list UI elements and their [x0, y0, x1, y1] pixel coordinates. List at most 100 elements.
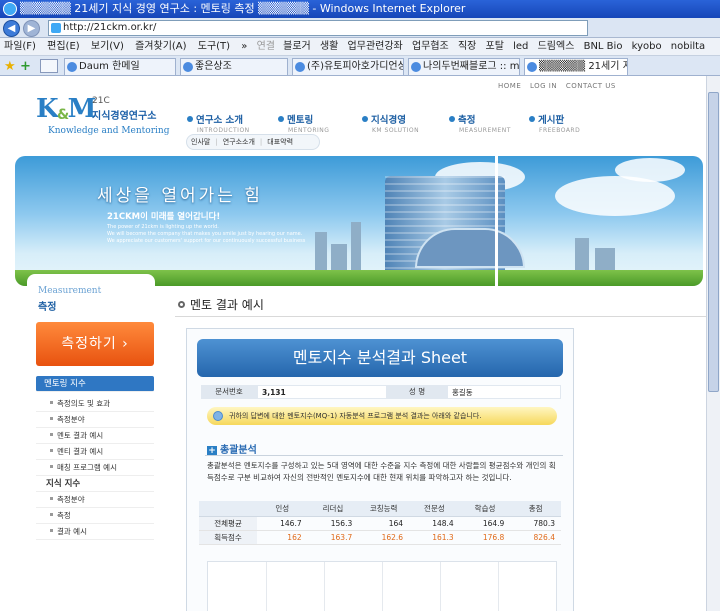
- table-cell: 156.3: [307, 516, 359, 531]
- fav-link[interactable]: 블로거: [280, 38, 314, 55]
- table-header: 전문성: [409, 501, 460, 517]
- nav-measurement[interactable]: 측정 MEASUREMENT: [449, 112, 511, 134]
- browser-tab[interactable]: 나의두번째블로그 :: m&c...: [408, 58, 520, 75]
- bullet-icon: [50, 529, 53, 532]
- sidebar-item-active[interactable]: 멘토 결과 예시: [36, 428, 154, 444]
- contact-link[interactable]: CONTACT US: [566, 82, 616, 90]
- nav-label: 게시판: [538, 115, 565, 126]
- nav-sub-label: MEASUREMENT: [459, 127, 511, 134]
- sidebar-item[interactable]: 측정: [36, 508, 154, 524]
- window-titlebar: ▒▒▒▒▒▒ 21세기 지식 경영 연구소 : 멘토링 측정 ▒▒▒▒▒▒ - …: [0, 0, 720, 18]
- nav-freeboard[interactable]: 게시판 FREEBOARD: [529, 112, 580, 134]
- bullet-icon: [50, 449, 53, 452]
- sub-nav: 인사말 | 연구소소개 | 대표약력: [186, 134, 320, 150]
- table-header: 총점: [510, 501, 561, 517]
- notice-bar: 귀하의 답변에 대한 멘토지수(MQ-1) 자동분석 프로그램 분석 결과는 아…: [207, 407, 557, 425]
- bullet-icon: [50, 433, 53, 436]
- table-header: 학습성: [459, 501, 511, 517]
- sidebar-item-mentoring-index[interactable]: 멘토링 지수: [36, 376, 154, 392]
- logo-name: 지식경영연구소: [92, 111, 157, 122]
- fav-link[interactable]: 생활: [317, 38, 341, 55]
- building-shape: [575, 238, 589, 272]
- hero-subtext-line: We appreciate our customers' support for…: [107, 238, 306, 244]
- fav-link[interactable]: kyobo: [629, 38, 665, 55]
- fav-link[interactable]: 포탈: [483, 38, 507, 55]
- sidebar-item[interactable]: 측정의도 및 효과: [36, 396, 154, 412]
- vertical-scrollbar[interactable]: [706, 76, 720, 611]
- browser-tab[interactable]: 좋은상조: [180, 58, 288, 75]
- menu-tools[interactable]: 도구(T): [194, 38, 234, 55]
- url-text: http://21ckm.or.kr/: [63, 22, 157, 33]
- fav-link[interactable]: 업무협조: [409, 38, 452, 55]
- sidebar: Measurement 측정 측정하기 › 멘토링 지수 측정의도 및 효과 측…: [27, 274, 155, 611]
- nav-km-solution[interactable]: 지식경영 KM SOLUTION: [362, 112, 419, 134]
- subnav-ceo[interactable]: 대표약력: [263, 135, 297, 149]
- hero-tagline: 21CKM이 미래를 열어갑니다!: [107, 212, 221, 222]
- menu-file[interactable]: 파일(F): [0, 38, 40, 55]
- fav-link[interactable]: 업무관련강좌: [345, 38, 406, 55]
- sidebar-item[interactable]: 결과 예시: [36, 524, 154, 540]
- forward-button[interactable]: ▶: [23, 20, 40, 37]
- table-cell: 148.4: [409, 516, 460, 531]
- subnav-greeting[interactable]: 인사말: [187, 135, 214, 149]
- nav-introduction[interactable]: 연구소 소개 INTRODUCTION: [187, 112, 250, 134]
- sidebar-title-en: Measurement: [38, 286, 102, 296]
- back-button[interactable]: ◀: [3, 20, 20, 37]
- score-table: 인성 리더십 코칭능력 전문성 학습성 총점 전체평균 146.7 156.3 …: [199, 501, 561, 545]
- nav-mentoring[interactable]: 멘토링 MENTORING: [278, 112, 329, 134]
- browser-tab[interactable]: (주)유토피아호가디언상...: [292, 58, 404, 75]
- url-input[interactable]: http://21ckm.or.kr/: [48, 20, 588, 36]
- nav-sub-label: INTRODUCTION: [197, 127, 250, 134]
- sidebar-item-label: 매칭 프로그램 예시: [57, 463, 117, 472]
- menu-favorites[interactable]: 즐겨찾기(A): [131, 38, 190, 55]
- scrollbar-thumb[interactable]: [708, 92, 719, 392]
- menu-view[interactable]: 보기(V): [87, 38, 128, 55]
- menu-edit[interactable]: 편집(E): [43, 38, 84, 55]
- tab-favicon-icon: [527, 62, 537, 72]
- tab-label: ▒▒▒▒▒▒ 21세기 지...: [539, 61, 627, 72]
- home-link[interactable]: HOME: [498, 82, 521, 90]
- nav-dot-icon: [278, 116, 284, 122]
- fav-link[interactable]: led: [510, 38, 531, 55]
- sidebar-item[interactable]: 멘티 결과 예시: [36, 444, 154, 460]
- sidebar-item-label: 멘토 결과 예시: [57, 431, 104, 440]
- sidebar-item[interactable]: 매칭 프로그램 예시: [36, 460, 154, 476]
- nav-sub-label: MENTORING: [288, 127, 330, 134]
- table-header: [199, 501, 257, 517]
- menu-more-chevron[interactable]: »: [237, 38, 251, 55]
- sheet-title: 멘토지수 분석결과 Sheet: [197, 339, 563, 377]
- chart-gridline: [440, 562, 441, 611]
- ie-icon: [3, 2, 17, 16]
- utility-links: HOME LOG IN CONTACT US: [498, 82, 622, 90]
- bullet-icon: [50, 417, 53, 420]
- fav-link[interactable]: 드림엑스: [535, 38, 578, 55]
- section-divider: [205, 455, 563, 456]
- browser-tab[interactable]: Daum 한메일: [64, 58, 176, 75]
- quick-tabs-icon[interactable]: [40, 59, 58, 73]
- bullet-icon: [50, 497, 53, 500]
- table-cell: 780.3: [510, 516, 561, 531]
- building-shape: [315, 232, 327, 272]
- fav-link[interactable]: 직장: [455, 38, 479, 55]
- sidebar-item[interactable]: 측정분야: [36, 492, 154, 508]
- browser-tab-active[interactable]: ▒▒▒▒▒▒ 21세기 지...: [524, 58, 628, 75]
- row-label: 획득점수: [199, 530, 257, 545]
- sidebar-item-knowledge-index[interactable]: 지식 지수: [36, 476, 154, 492]
- site-logo[interactable]: K M & 21C 지식경영연구소 Knowledge and Mentorin…: [36, 94, 169, 144]
- table-row: 획득점수 162 163.7 162.6 161.3 176.8 826.4: [199, 530, 561, 545]
- fav-link[interactable]: BNL Bio: [581, 38, 626, 55]
- bullet-icon: [50, 513, 53, 516]
- fav-link[interactable]: nobilta: [668, 38, 708, 55]
- start-measure-button[interactable]: 측정하기 ›: [36, 322, 154, 366]
- add-favorite-icon[interactable]: +: [20, 59, 31, 74]
- sidebar-item[interactable]: 측정분야: [36, 412, 154, 428]
- web-page: HOME LOG IN CONTACT US K M & 21C 지식경영연구소…: [0, 76, 720, 611]
- login-link[interactable]: LOG IN: [530, 82, 557, 90]
- sidebar-title: 측정: [38, 302, 57, 313]
- table-cell: 161.3: [409, 530, 460, 545]
- favorites-star-icon[interactable]: ★: [4, 59, 16, 74]
- tab-favicon-icon: [183, 62, 193, 72]
- page-icon: [51, 23, 61, 33]
- links-label: 연결: [256, 41, 275, 52]
- subnav-about[interactable]: 연구소소개: [219, 135, 259, 149]
